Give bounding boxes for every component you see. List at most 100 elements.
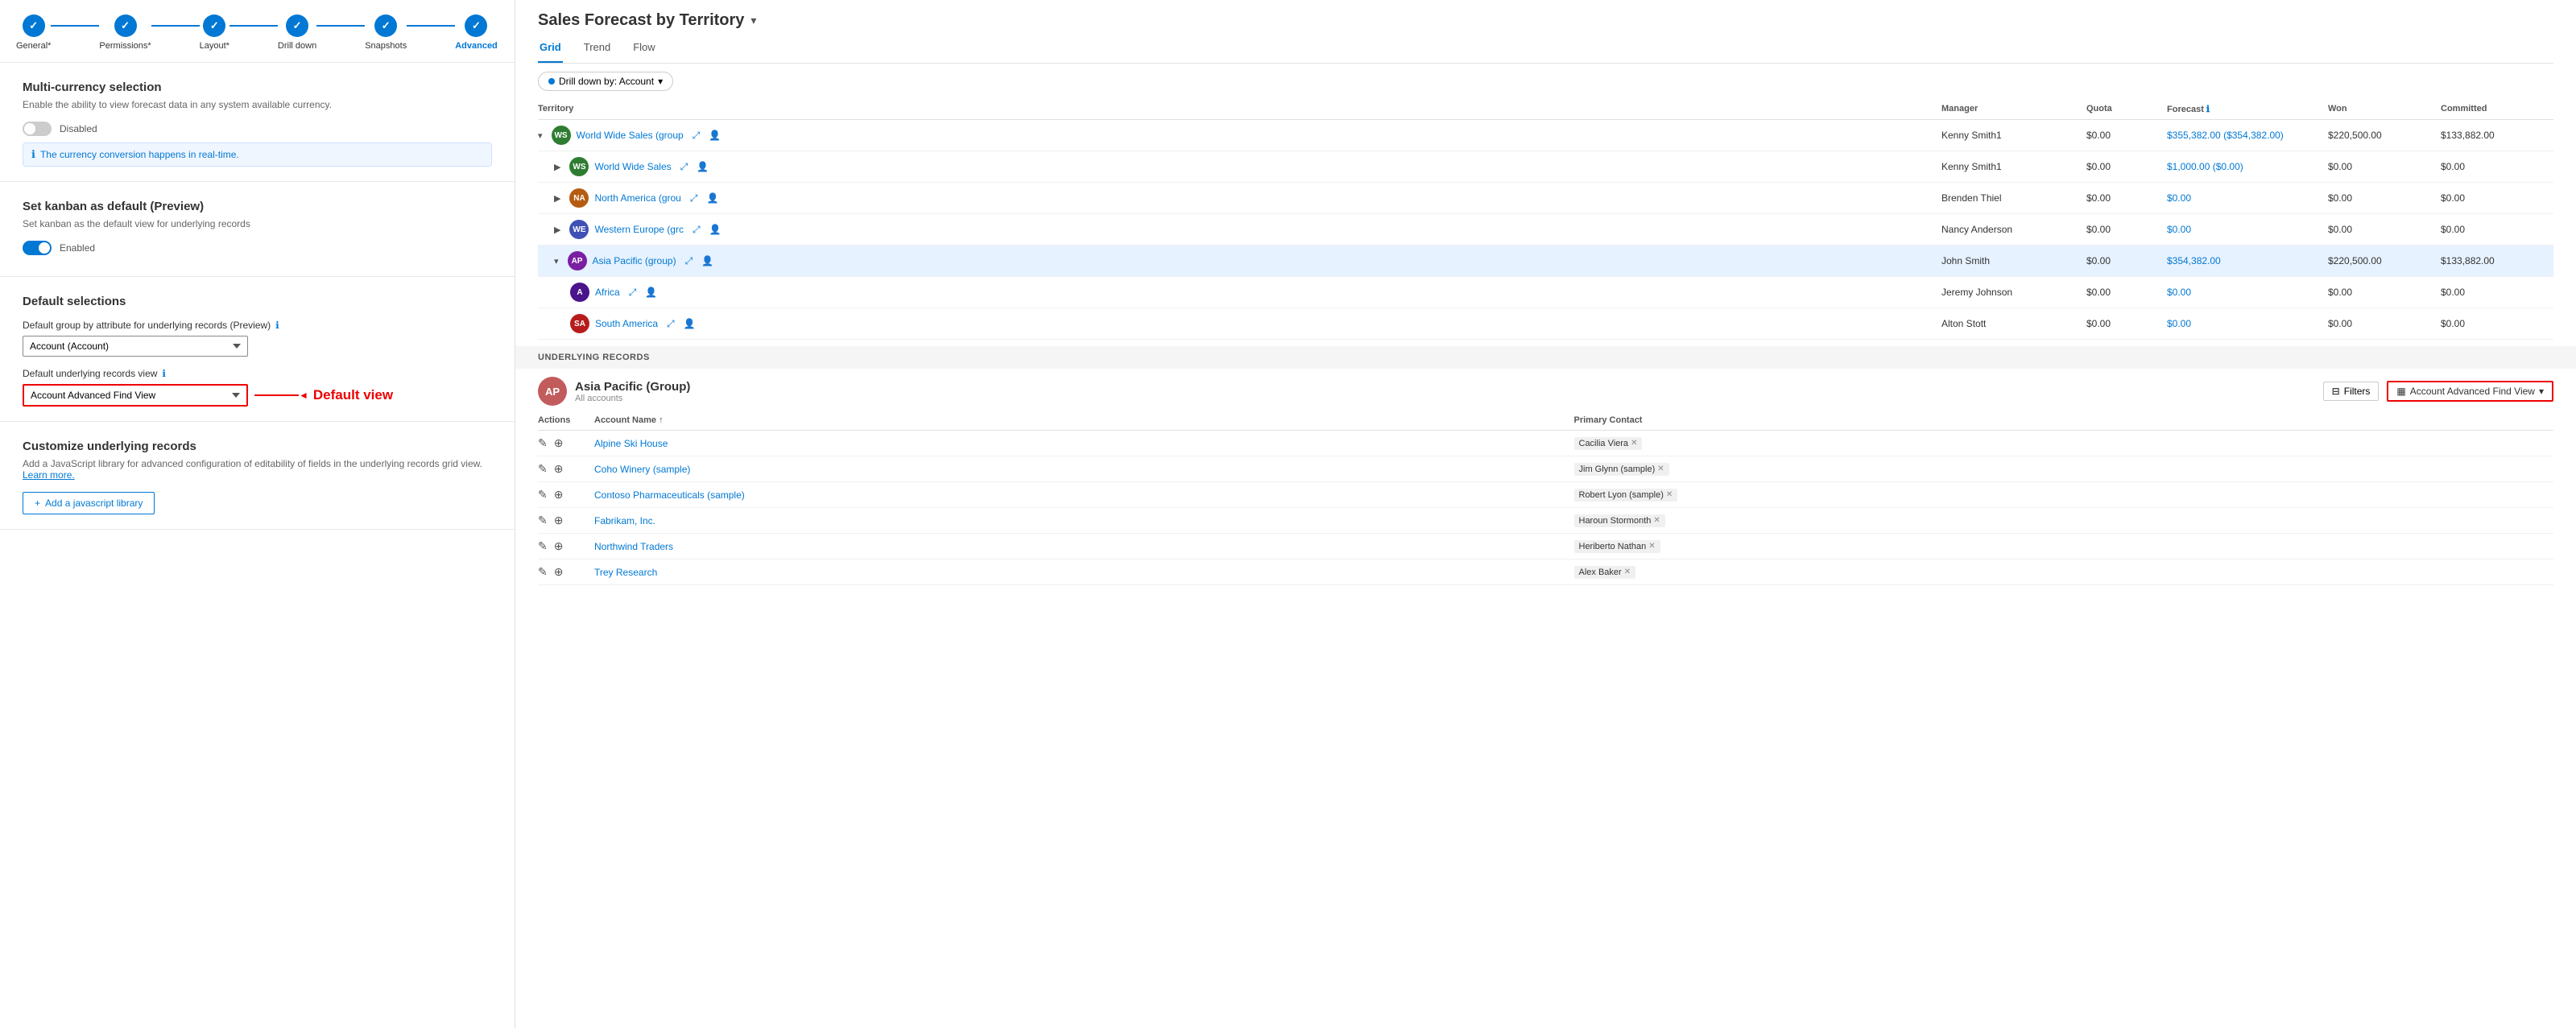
step-layout[interactable]: ✓ Layout* (200, 14, 229, 51)
forecast-dropdown-icon[interactable]: ▾ (750, 14, 756, 27)
edit-icon[interactable]: ✎ (538, 436, 548, 450)
default-selections-title: Default selections (23, 295, 492, 308)
view-grid-icon: ▦ (2396, 386, 2405, 397)
account-name[interactable]: Fabrikam, Inc. (594, 515, 1574, 526)
more-icon[interactable]: ⊕ (554, 436, 564, 450)
territory-link-icon[interactable]: ⤢ (680, 161, 688, 173)
territory-person-icon[interactable]: 👤 (645, 287, 657, 298)
edit-icon[interactable]: ✎ (538, 462, 548, 476)
kanban-toggle[interactable] (23, 241, 52, 255)
territory-link-icon[interactable]: ⤢ (690, 192, 698, 204)
territory-person-icon[interactable]: 👤 (706, 192, 718, 204)
tab-flow[interactable]: Flow (631, 36, 656, 63)
territory-name[interactable]: North America (grou (594, 192, 680, 204)
filters-button[interactable]: ⊟ Filters (2323, 382, 2380, 401)
territory-name[interactable]: Asia Pacific (group) (593, 255, 676, 266)
row-actions: ✎ ⊕ (538, 488, 594, 502)
forecast-tabs: Grid Trend Flow (538, 36, 2553, 64)
edit-icon[interactable]: ✎ (538, 488, 548, 502)
territory-name[interactable]: Africa (595, 287, 620, 298)
more-icon[interactable]: ⊕ (554, 539, 564, 553)
contact-remove-icon[interactable]: ✕ (1648, 542, 1655, 551)
expand-icon[interactable]: ▶ (554, 193, 560, 204)
territory-person-icon[interactable]: 👤 (709, 130, 721, 141)
territory-link-icon[interactable]: ⤢ (685, 255, 693, 267)
multicurrency-info: ℹ The currency conversion happens in rea… (23, 142, 492, 167)
contact-remove-icon[interactable]: ✕ (1657, 464, 1664, 473)
expand-icon[interactable]: ▶ (554, 225, 560, 235)
table-row: ▶ WS World Wide Sales ⤢ 👤 Kenny Smith1 $… (538, 151, 2553, 183)
more-icon[interactable]: ⊕ (554, 488, 564, 502)
step-permissions[interactable]: ✓ Permissions* (99, 14, 151, 51)
territory-name[interactable]: South America (595, 318, 658, 329)
territory-avatar: AP (568, 251, 587, 270)
committed-cell: $0.00 (2441, 318, 2553, 329)
expand-icon[interactable]: ▾ (554, 256, 559, 266)
contact-remove-icon[interactable]: ✕ (1631, 439, 1637, 448)
territory-name[interactable]: World Wide Sales (group (577, 130, 684, 141)
manager-cell: Nancy Anderson (1941, 224, 2086, 235)
add-javascript-button[interactable]: + Add a javascript library (23, 492, 155, 514)
territory-cell: ▾ AP Asia Pacific (group) ⤢ 👤 (538, 251, 1941, 270)
more-icon[interactable]: ⊕ (554, 462, 564, 476)
arrow-head-icon: ◄ (299, 390, 308, 401)
contact-remove-icon[interactable]: ✕ (1624, 568, 1631, 576)
multicurrency-toggle[interactable] (23, 122, 52, 136)
col-territory: Territory (538, 104, 1941, 114)
territory-cell: ▶ NA North America (grou ⤢ 👤 (538, 188, 1941, 208)
account-name[interactable]: Northwind Traders (594, 541, 1574, 552)
territory-person-icon[interactable]: 👤 (684, 318, 696, 329)
primary-contact-cell: Robert Lyon (sample) ✕ (1574, 489, 2554, 502)
step-snapshots[interactable]: ✓ Snapshots (365, 14, 407, 51)
default-view-select[interactable]: Account Advanced Find View (23, 384, 248, 407)
edit-icon[interactable]: ✎ (538, 539, 548, 553)
tab-grid[interactable]: Grid (538, 36, 563, 63)
view-selector-button[interactable]: ▦ Account Advanced Find View ▾ (2387, 381, 2553, 402)
territory-name[interactable]: Western Europe (grc (594, 224, 684, 235)
contact-tag: Heriberto Nathan ✕ (1574, 540, 1660, 553)
table-row: ▶ NA North America (grou ⤢ 👤 Brenden Thi… (538, 183, 2553, 214)
territory-avatar: WS (569, 157, 589, 176)
edit-icon[interactable]: ✎ (538, 514, 548, 527)
territory-link-icon[interactable]: ⤢ (693, 224, 701, 236)
account-name[interactable]: Coho Winery (sample) (594, 464, 1574, 475)
group-by-select[interactable]: Account (Account) (23, 336, 248, 357)
col-quota: Quota (2086, 104, 2167, 114)
territory-avatar: SA (570, 314, 589, 333)
territory-link-icon[interactable]: ⤢ (667, 318, 675, 330)
step-general-label: General* (16, 41, 51, 51)
territory-person-icon[interactable]: 👤 (697, 161, 709, 172)
expand-icon[interactable]: ▾ (538, 130, 543, 141)
forecast-cell: $0.00 (2167, 318, 2328, 329)
table-header: Territory Manager Quota Forecast ℹ Won C… (538, 99, 2553, 120)
step-advanced[interactable]: ✓ Advanced (455, 14, 498, 51)
contact-remove-icon[interactable]: ✕ (1666, 490, 1673, 499)
forecast-cell: $0.00 (2167, 192, 2328, 204)
account-name[interactable]: Contoso Pharmaceuticals (sample) (594, 489, 1574, 501)
view-selector-label: Account Advanced Find View (2410, 386, 2535, 397)
step-drilldown[interactable]: ✓ Drill down (278, 14, 316, 51)
learn-more-link[interactable]: Learn more. (23, 469, 75, 481)
territory-link-icon[interactable]: ⤢ (629, 287, 637, 299)
contact-remove-icon[interactable]: ✕ (1653, 516, 1660, 525)
more-icon[interactable]: ⊕ (554, 565, 564, 579)
territory-person-icon[interactable]: 👤 (709, 224, 722, 235)
underlying-left: AP Asia Pacific (Group) All accounts (538, 377, 690, 406)
account-name[interactable]: Alpine Ski House (594, 438, 1574, 449)
edit-icon[interactable]: ✎ (538, 565, 548, 579)
manager-cell: Kenny Smith1 (1941, 130, 2086, 141)
drill-down-button[interactable]: Drill down by: Account ▾ (538, 72, 673, 91)
territory-person-icon[interactable]: 👤 (701, 255, 713, 266)
step-general[interactable]: ✓ General* (16, 14, 51, 51)
account-name[interactable]: Trey Research (594, 567, 1574, 578)
col-manager: Manager (1941, 104, 2086, 114)
step-snapshots-circle: ✓ (374, 14, 397, 37)
territory-link-icon[interactable]: ⤢ (693, 130, 701, 142)
contact-tag: Jim Glynn (sample) ✕ (1574, 463, 1669, 476)
expand-icon[interactable]: ▶ (554, 162, 560, 172)
step-drilldown-circle: ✓ (286, 14, 308, 37)
territory-name[interactable]: World Wide Sales (594, 161, 671, 172)
und-col-contact: Primary Contact (1574, 415, 2554, 425)
tab-trend[interactable]: Trend (582, 36, 612, 63)
more-icon[interactable]: ⊕ (554, 514, 564, 527)
